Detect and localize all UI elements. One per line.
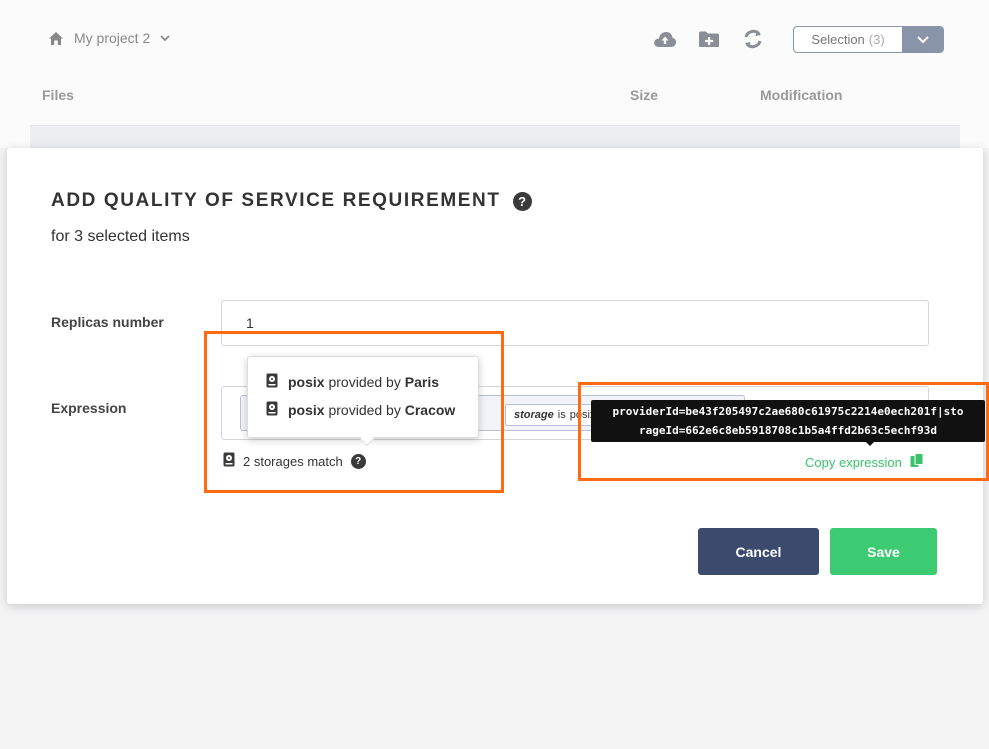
modal-subtitle: for 3 selected items <box>51 228 190 245</box>
column-header-files[interactable]: Files <box>42 87 74 103</box>
chevron-down-icon <box>160 34 170 42</box>
highlight-box-storages <box>204 331 504 493</box>
chevron-down-icon[interactable] <box>902 27 943 52</box>
selection-label-wrap: Selection (3) <box>794 27 902 52</box>
folder-add-icon[interactable] <box>697 28 721 50</box>
modal-title-wrap: ADD QUALITY OF SERVICE REQUIREMENT ? <box>51 190 532 212</box>
help-icon[interactable]: ? <box>512 191 532 211</box>
token-key: storage <box>514 409 554 421</box>
column-header-modification[interactable]: Modification <box>760 87 842 103</box>
save-button[interactable]: Save <box>830 528 937 575</box>
highlight-box-copy-expression <box>578 382 989 481</box>
column-header-size[interactable]: Size <box>630 87 658 103</box>
breadcrumb[interactable]: My project 2 <box>48 30 170 46</box>
toolbar <box>653 28 765 50</box>
replicas-label: Replicas number <box>51 314 164 330</box>
selection-count: (3) <box>868 32 885 47</box>
breadcrumb-project-label: My project 2 <box>74 30 151 46</box>
cloud-upload-icon[interactable] <box>653 28 677 50</box>
selection-dropdown[interactable]: Selection (3) <box>793 26 944 53</box>
modal-title: ADD QUALITY OF SERVICE REQUIREMENT <box>51 190 501 211</box>
home-icon <box>48 31 64 46</box>
token-operator: is <box>557 409 566 421</box>
selection-label: Selection <box>811 32 865 47</box>
refresh-icon[interactable] <box>741 28 765 50</box>
cancel-button[interactable]: Cancel <box>698 528 819 575</box>
expression-label: Expression <box>51 400 127 416</box>
